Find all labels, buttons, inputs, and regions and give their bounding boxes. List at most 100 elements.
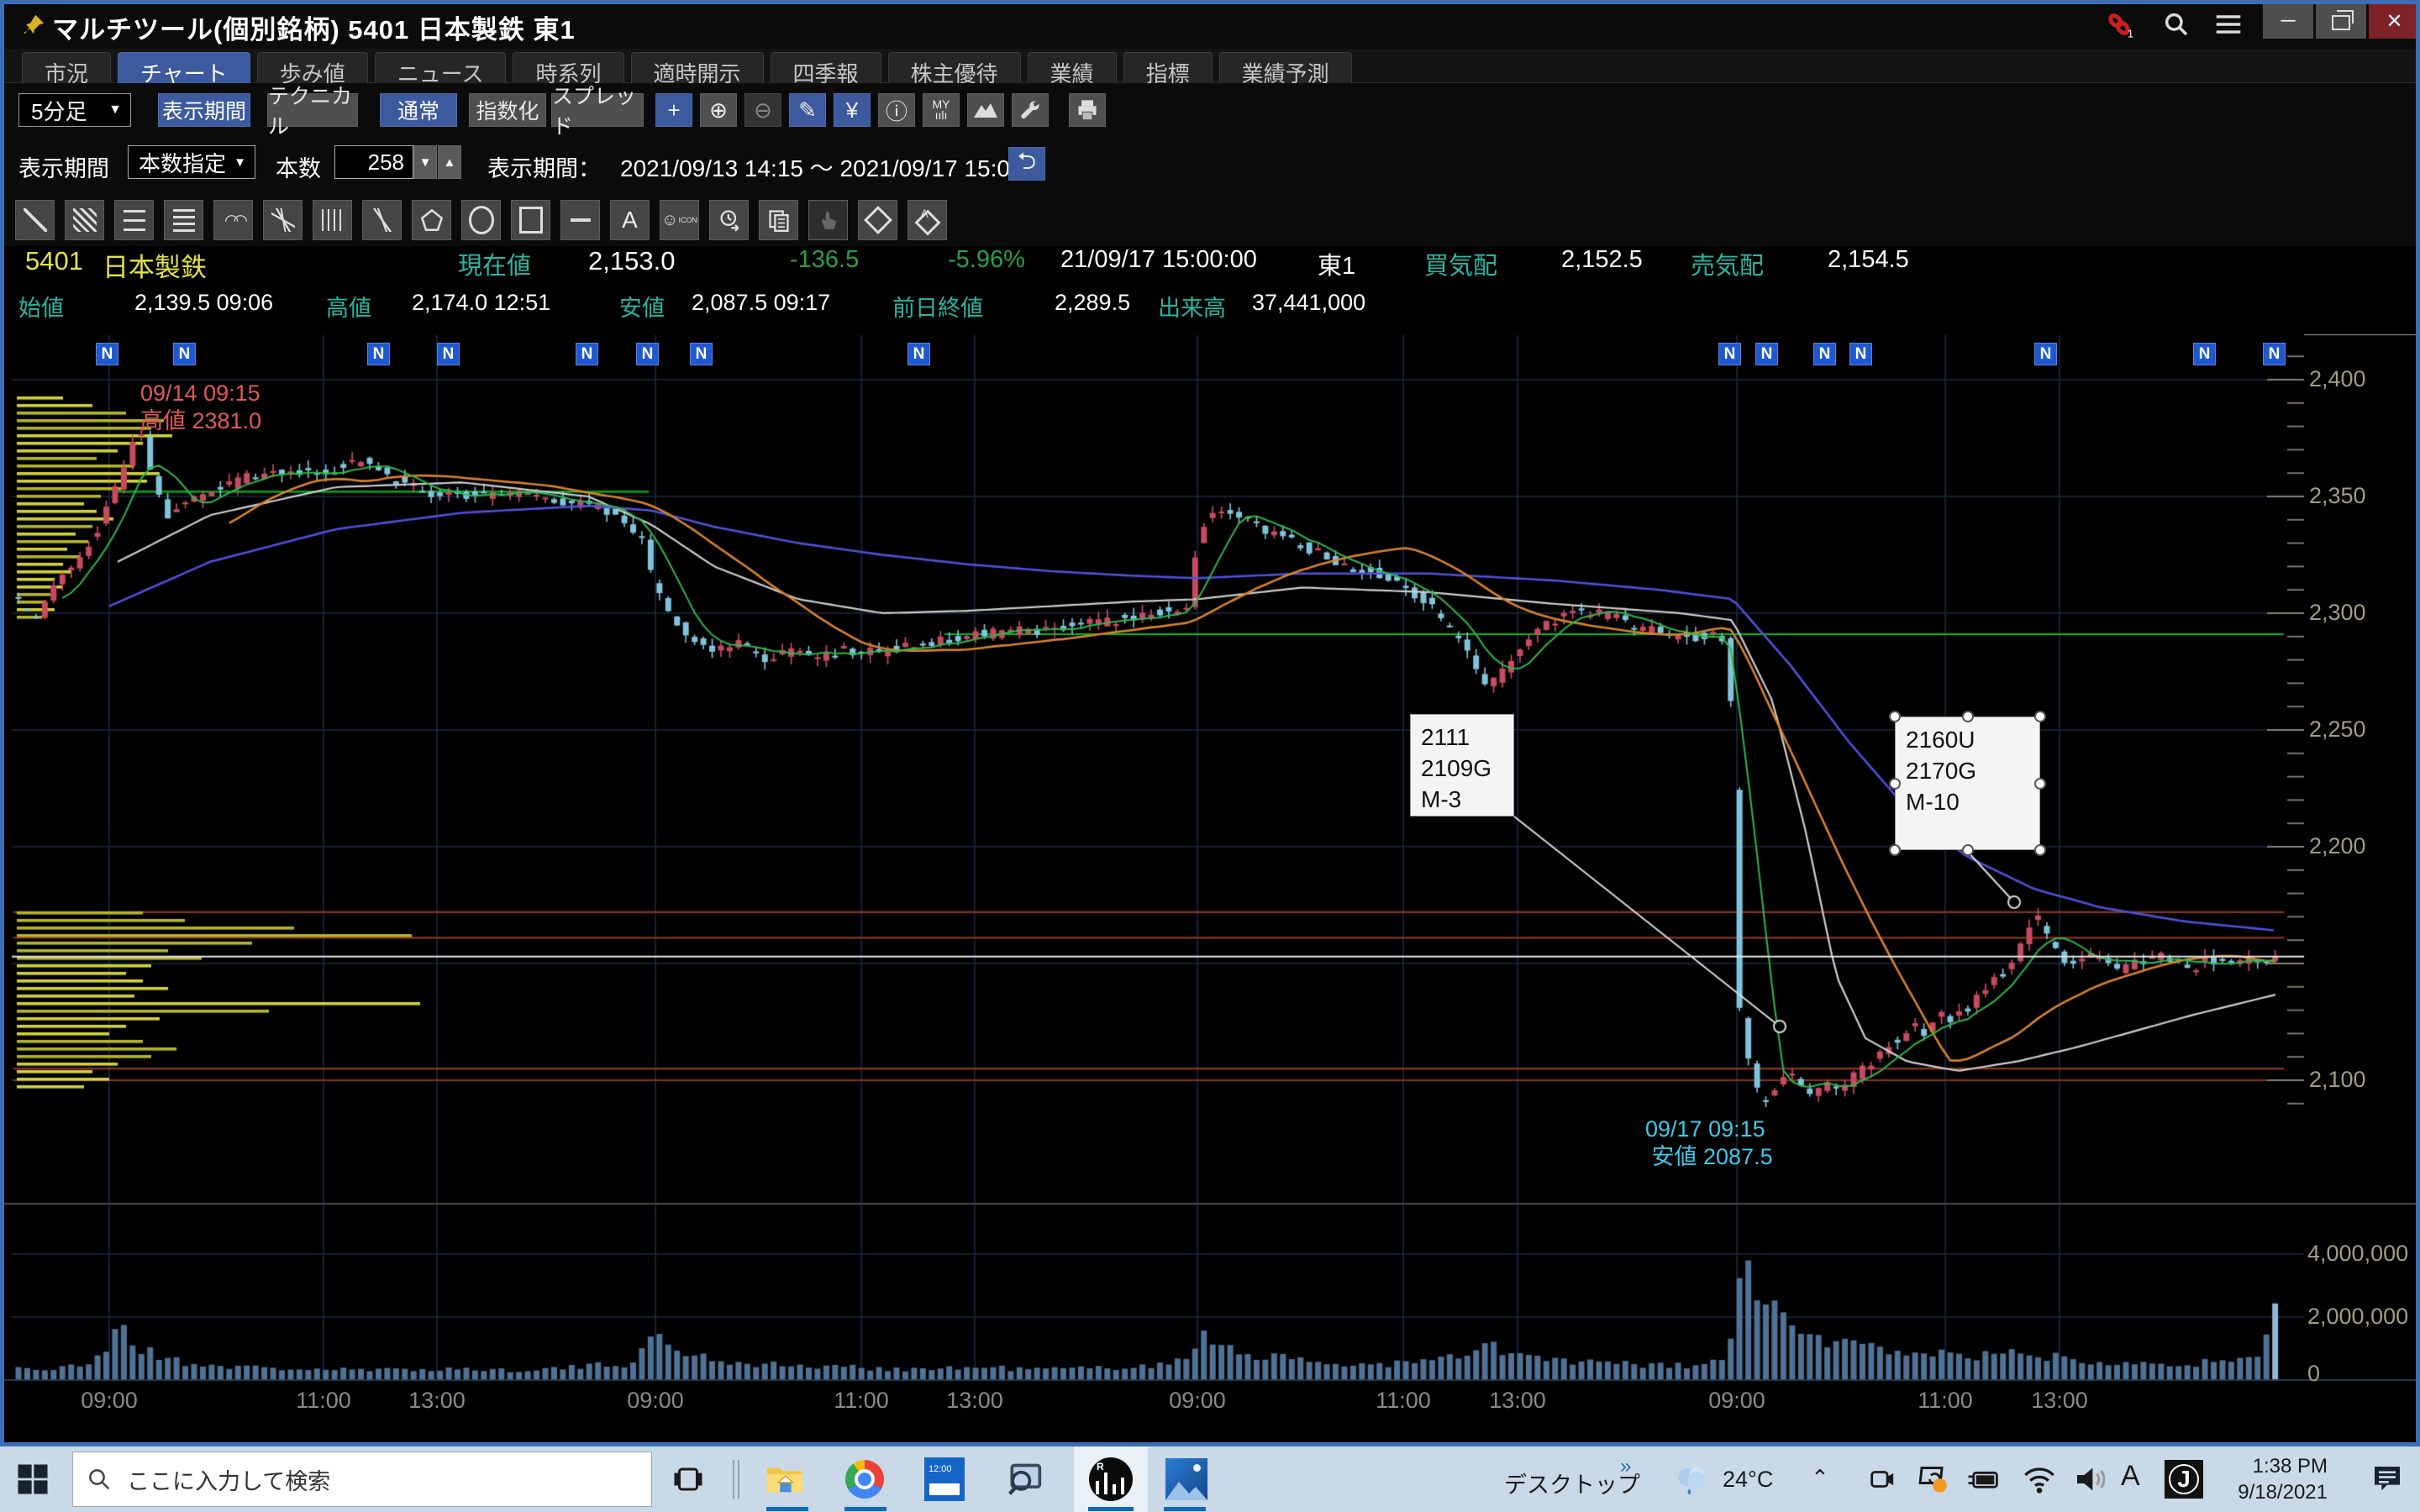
sync-tray-icon[interactable] <box>1909 1455 1958 1504</box>
search-icon <box>87 1467 112 1492</box>
area-chart-icon[interactable] <box>967 93 1004 127</box>
draw-tool-text-icon[interactable]: A <box>610 200 650 240</box>
yen-icon[interactable]: ¥ <box>834 93 871 127</box>
remote-viewer-icon[interactable] <box>1000 1455 1049 1504</box>
speaker-icon[interactable] <box>2065 1455 2114 1504</box>
toolbar-button-通常[interactable]: 通常 <box>380 93 457 127</box>
show-hidden-icons[interactable]: ⌃ <box>1811 1465 1829 1491</box>
clock-time: 1:38 PM <box>2218 1453 2328 1479</box>
toolbar-button-表示期間[interactable]: 表示期間 <box>158 93 250 127</box>
count-decrement-button[interactable]: ▼ <box>413 145 437 179</box>
draw-tool-time-cycle-icon[interactable] <box>709 200 749 240</box>
high-label: 高値 <box>326 290 371 323</box>
quote-header: 5401 日本製鉄 現在値 2,153.0 -136.5 -5.96% 21/0… <box>0 246 2420 290</box>
draw-tool-trendline-icon[interactable] <box>15 200 55 240</box>
window-border-right <box>2416 0 2420 1446</box>
action-center-icon[interactable] <box>2363 1455 2412 1504</box>
close-button[interactable]: ✕ <box>2369 3 2420 39</box>
volume-value: 37,441,000 <box>1252 290 1365 316</box>
market-name: 東1 <box>1318 246 1355 281</box>
settings-wrench-icon[interactable] <box>1012 93 1049 127</box>
timeframe-select[interactable]: 5分足▼ <box>18 93 131 127</box>
count-mode-select[interactable]: 本数指定 ▼ <box>128 145 255 179</box>
draw-tool-icon-stamp-icon[interactable]: ☺ICON <box>660 200 699 240</box>
period-bar: 表示期間 本数指定▼ 本数 258 ▼ ▲ 表示期間： 2021/09/13 1… <box>0 135 2420 189</box>
draw-tool-fibonacci-arcs-icon[interactable]: ◠◠ <box>213 200 253 240</box>
chart-toolbar: 5分足▼ 表示期間テクニカル通常指数化スプレッド +⊕⊖✎¥ⓘMYıılı <box>0 83 2420 135</box>
toolbar-chevron[interactable]: » <box>1620 1455 1631 1478</box>
camera-tray-icon[interactable] <box>1857 1455 1906 1504</box>
taskbar-clock[interactable]: 1:38 PM 9/18/2021 <box>2218 1453 2328 1505</box>
stock-code: 5401 <box>25 246 83 276</box>
ime-mode-indicator[interactable]: A <box>2121 1460 2140 1493</box>
ask-label: 売気配 <box>1691 246 1764 281</box>
bid-price: 2,152.5 <box>1561 246 1643 274</box>
bar-count-value: 258 <box>368 150 404 176</box>
bar-count-input[interactable]: 258 <box>334 145 413 179</box>
toolbar-button-スプレッド[interactable]: スプレッド <box>551 93 644 127</box>
svg-text:1: 1 <box>2128 28 2133 39</box>
print-icon[interactable] <box>1069 93 1106 127</box>
draw-tool-fan-lines-icon[interactable] <box>263 200 302 240</box>
low-value: 2,087.5 09:17 <box>692 290 830 316</box>
task-view-button[interactable] <box>664 1455 713 1504</box>
count-increment-button[interactable]: ▲ <box>438 145 461 179</box>
count-mode-value: 本数指定 <box>139 147 226 178</box>
info-icon[interactable]: ⓘ <box>878 93 915 127</box>
draw-tool-parallel-lines-icon[interactable] <box>65 200 104 240</box>
date-range: 2021/09/13 14:15 ～ 2021/09/17 15:00 <box>620 150 1023 184</box>
draw-tool-pentagon-icon[interactable] <box>412 200 451 240</box>
crosshair-icon[interactable]: + <box>655 93 692 127</box>
zoom-in-icon[interactable]: ⊕ <box>700 93 737 127</box>
trading-app-icon[interactable]: 12:00 <box>920 1455 969 1504</box>
titlebar[interactable]: マルチツール(個別銘柄) 5401 日本製鉄 東1 1 ─ ✕ <box>0 0 2420 49</box>
running-indicator <box>766 1507 808 1511</box>
weather-temp[interactable]: 24°C <box>1723 1467 1773 1493</box>
menu-icon[interactable] <box>2210 7 2247 42</box>
photos-app-icon[interactable] <box>1162 1455 1211 1504</box>
app-window: マルチツール(個別銘柄) 5401 日本製鉄 東1 1 ─ ✕ 市況チャート歩み… <box>0 0 2420 1512</box>
prev-close-label: 前日終値 <box>892 290 983 323</box>
toolbar-button-テクニカル[interactable]: テクニカル <box>267 93 358 127</box>
range-label: 表示期間： <box>487 150 601 183</box>
drawing-toolbar: ◠◠ A ☺ICON A <box>0 189 2420 246</box>
draw-tool-h-lines-4-icon[interactable] <box>164 200 203 240</box>
draw-tool-ellipse-icon[interactable] <box>461 200 501 240</box>
marketspeed-app-icon[interactable]: R <box>1086 1455 1135 1504</box>
zoom-out-icon[interactable]: ⊖ <box>744 93 781 127</box>
draw-tool-copy-list-icon[interactable] <box>759 200 798 240</box>
low-label: 安値 <box>619 290 665 323</box>
start-button[interactable] <box>15 1462 50 1497</box>
restore-button[interactable] <box>2316 3 2366 39</box>
draw-tool-eraser-text-icon[interactable]: A <box>908 200 947 240</box>
stock-name: 日本製鉄 <box>103 246 207 284</box>
link-icon[interactable]: 1 <box>2101 7 2138 42</box>
file-explorer-icon[interactable] <box>760 1455 809 1504</box>
draw-tool-v-lines-icon[interactable] <box>313 200 352 240</box>
draw-pencil-icon[interactable]: ✎ <box>789 93 826 127</box>
volume-label: 出来高 <box>1158 290 1226 323</box>
chrome-icon[interactable] <box>840 1455 889 1504</box>
my-chart-icon[interactable]: MYıılı <box>923 93 960 127</box>
reset-period-button[interactable]: ⮌ <box>1008 147 1045 181</box>
minimize-button[interactable]: ─ <box>2263 3 2313 39</box>
toolbar-button-指数化[interactable]: 指数化 <box>469 93 546 127</box>
draw-tool-eraser-icon[interactable] <box>858 200 897 240</box>
draw-tool-rectangle-icon[interactable] <box>511 200 550 240</box>
draw-tool-angle-lines-icon[interactable] <box>362 200 402 240</box>
chevron-down-icon: ▼ <box>234 155 246 170</box>
draw-tool-h-lines-3-icon[interactable] <box>114 200 154 240</box>
weather-icon[interactable] <box>1668 1455 1717 1504</box>
draw-tool-hand-icon[interactable] <box>808 200 848 240</box>
wifi-icon[interactable] <box>2015 1455 2064 1504</box>
search-placeholder: ここに入力して検索 <box>127 1463 330 1496</box>
ime-j-indicator[interactable]: J <box>2165 1460 2203 1499</box>
running-indicator <box>1088 1507 1134 1511</box>
battery-icon[interactable] <box>1960 1455 2008 1504</box>
high-value: 2,174.0 12:51 <box>412 290 550 316</box>
taskbar-search-input[interactable]: ここに入力して検索 <box>72 1452 652 1507</box>
search-icon[interactable] <box>2158 7 2195 42</box>
price-change: -136.5 <box>790 246 859 274</box>
taskbar-divider <box>733 1460 734 1499</box>
draw-tool-h-segment-icon[interactable] <box>560 200 600 240</box>
